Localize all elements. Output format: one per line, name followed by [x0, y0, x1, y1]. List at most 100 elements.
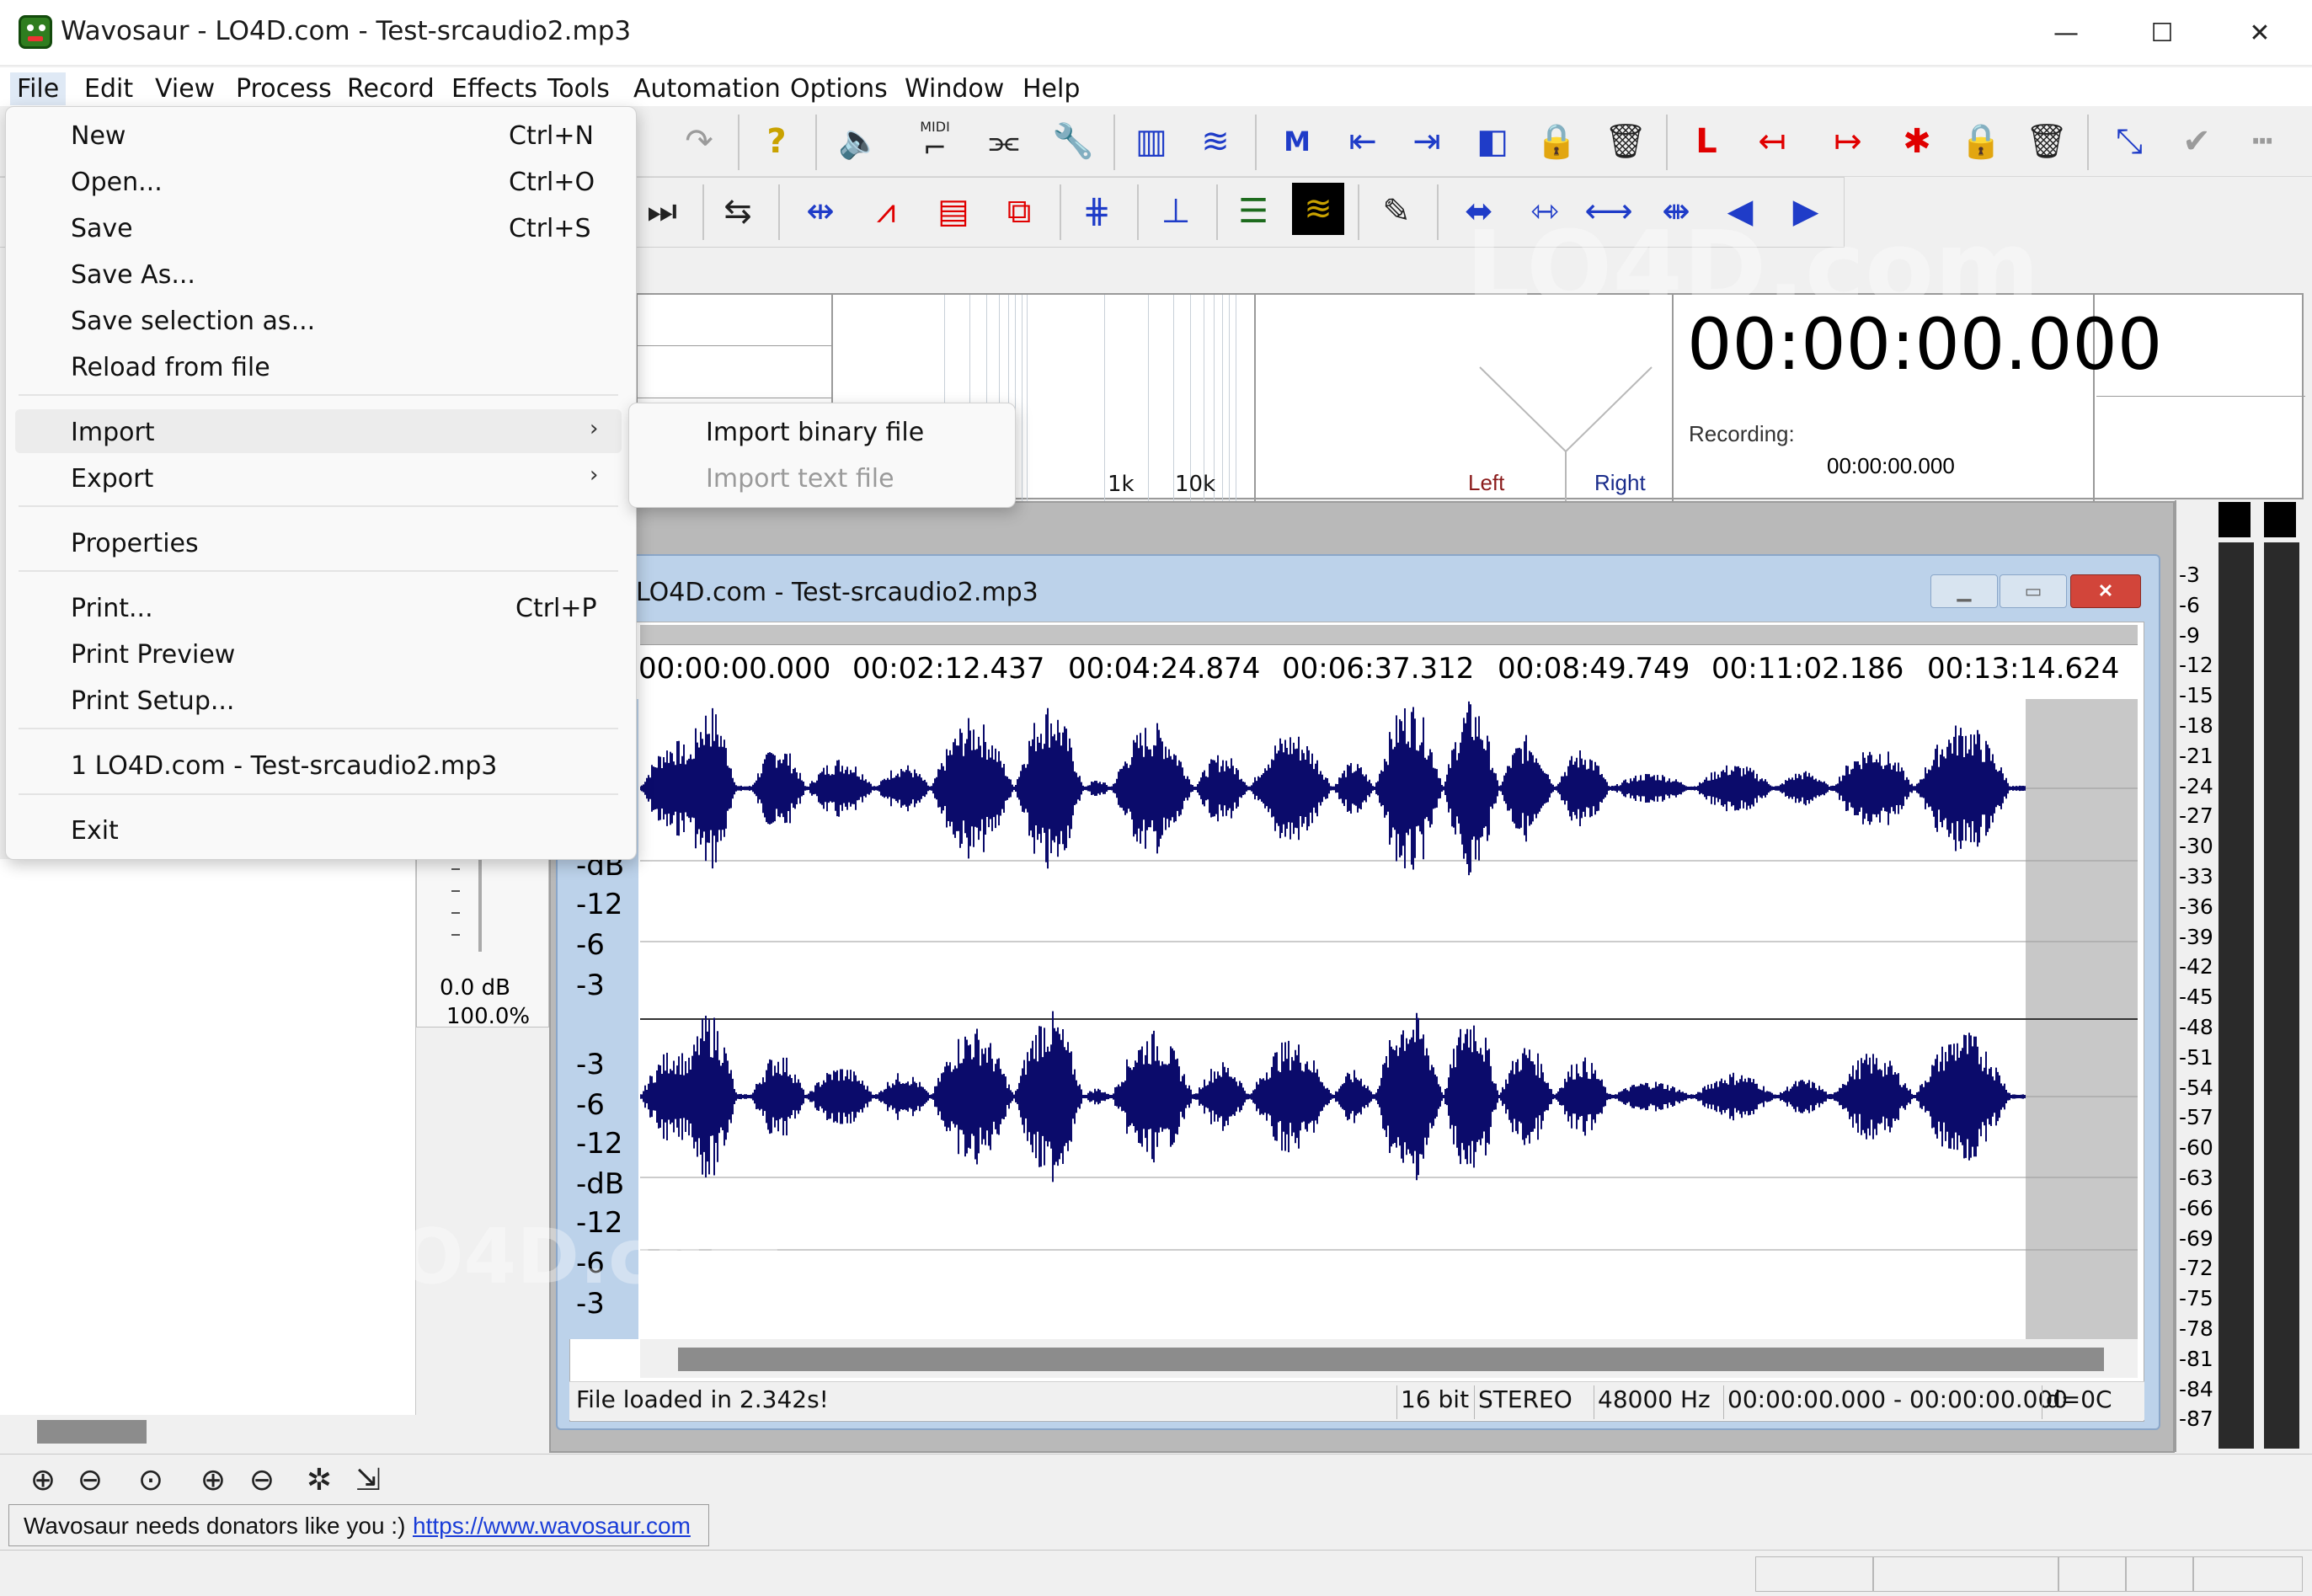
toolbar-separator [702, 184, 704, 240]
waveform-hscroll-thumb[interactable] [678, 1348, 2104, 1371]
menu-tools[interactable]: Tools [541, 72, 617, 105]
loop-right-icon[interactable]: ↦ [1823, 116, 1873, 167]
marker-right-icon[interactable]: ⇥ [1402, 116, 1452, 167]
loop-l-icon[interactable]: L [1681, 116, 1732, 167]
submenu-item-import-binary[interactable]: Import binary file [706, 418, 924, 447]
overview-scrollbar[interactable] [640, 625, 2138, 645]
zoom-sel-icon[interactable]: ⇹ [795, 186, 846, 237]
menu-item-print[interactable]: Print... [71, 594, 153, 623]
db-label: -12 [576, 1127, 623, 1161]
menu-view[interactable]: View [148, 72, 222, 105]
midi-icon[interactable]: MIDI ⌐ [910, 116, 960, 167]
normalize-icon[interactable]: ⊥ [1151, 186, 1201, 237]
zoom-x2-icon[interactable]: ✲ [300, 1460, 339, 1499]
minimize-button[interactable]: — [2016, 0, 2116, 66]
waveform-yellow-icon[interactable]: ≋ [1292, 183, 1344, 235]
fade-out-icon[interactable]: ▶ [1781, 186, 1831, 237]
redo-icon[interactable]: ↷ [674, 116, 724, 167]
document-maximize-button[interactable]: ▭ [2000, 574, 2067, 608]
waveform-view-icon[interactable]: ⋕ [1071, 186, 1122, 237]
maximize-button[interactable]: ☐ [2112, 0, 2212, 66]
menu-window[interactable]: Window [898, 72, 1011, 105]
menu-item-save-selection[interactable]: Save selection as... [71, 307, 315, 336]
menu-item-print-preview[interactable]: Print Preview [71, 640, 235, 670]
vu-scale-label: -63 [2179, 1166, 2213, 1190]
pencil-icon[interactable]: ✎ [1371, 186, 1422, 237]
expand-icon[interactable]: ⬌ [1454, 186, 1504, 237]
menu-separator [19, 505, 618, 507]
menu-effects[interactable]: Effects [445, 72, 544, 105]
menu-record[interactable]: Record [340, 72, 441, 105]
menu-item-exit[interactable]: Exit [71, 816, 119, 846]
help-icon[interactable]: ? [751, 116, 802, 167]
menu-item-open[interactable]: Open... [71, 168, 163, 197]
menu-options[interactable]: Options [783, 72, 894, 105]
menu-item-save[interactable]: Save [71, 214, 133, 243]
loop-toggle-icon[interactable]: ⇆ [713, 186, 763, 237]
menu-help[interactable]: Help [1016, 72, 1087, 105]
menu-item-properties[interactable]: Properties [71, 529, 199, 558]
status-duration: d=0C [2042, 1385, 2112, 1419]
skip-end-icon[interactable]: ⏭ [637, 186, 687, 237]
zoom-in-icon[interactable]: ⊕ [24, 1460, 62, 1499]
document-minimize-button[interactable]: ▁ [1930, 574, 1998, 608]
waveform-mono-icon[interactable]: ≋ [1186, 116, 1245, 167]
menu-item-print-setup[interactable]: Print Setup... [71, 686, 234, 716]
status-pane [2058, 1556, 2126, 1592]
loop-trash-icon[interactable]: 🗑 [2021, 116, 2072, 167]
gain-db-value: 0.0 dB [440, 975, 510, 1001]
zoom-in-v-icon[interactable]: ⊕ [194, 1460, 232, 1499]
wrench-icon[interactable]: 🔧 [1048, 116, 1098, 167]
menu-file[interactable]: File [10, 72, 67, 105]
vu-scale-label: -15 [2179, 683, 2213, 708]
menu-item-reload[interactable]: Reload from file [71, 353, 270, 382]
menu-item-export[interactable]: Export [71, 464, 153, 494]
left-pane-scroll-thumb[interactable] [37, 1420, 147, 1444]
vu-icon[interactable]: ☰ [1228, 186, 1279, 237]
close-button[interactable]: ✕ [2210, 0, 2309, 66]
marker-left-icon[interactable]: ⇤ [1338, 116, 1388, 167]
document-close-button[interactable]: ✕ [2070, 574, 2141, 608]
menu-item-new[interactable]: New [71, 121, 125, 151]
donate-link[interactable]: https://www.wavosaur.com [413, 1513, 691, 1540]
waveform-stereo-icon[interactable]: ▥ [1122, 116, 1181, 167]
menu-automation[interactable]: Automation [627, 72, 788, 105]
menu-item-save-as[interactable]: Save As... [71, 260, 195, 290]
ruler-time-label: 00:04:24.874 [1068, 652, 1261, 686]
trash-icon[interactable]: 🗑 [1600, 116, 1651, 167]
vu-scale-label: -60 [2179, 1135, 2213, 1161]
wire-icon[interactable]: ⫘ [979, 116, 1029, 167]
lock-icon[interactable]: 🔒 [1531, 116, 1582, 167]
toolbar-separator [2087, 115, 2089, 170]
zoom-out-icon[interactable]: ⊖ [71, 1460, 109, 1499]
stretch-icon[interactable]: ⇼ [1651, 186, 1701, 237]
loop-x-icon[interactable]: ✱ [1892, 116, 1942, 167]
loop-left-icon[interactable]: ↤ [1747, 116, 1797, 167]
menu-edit[interactable]: Edit [77, 72, 140, 105]
toolbar-separator [778, 184, 780, 240]
ruler-time-label: 00:11:02.186 [1711, 652, 1904, 686]
menu-item-import[interactable]: Import [71, 418, 155, 447]
check-icon[interactable]: ✔ [2171, 116, 2222, 167]
waveform-display[interactable] [640, 699, 2138, 1339]
marker-m-icon[interactable]: M [1272, 116, 1322, 167]
spectrum-icon[interactable]: ⩘ [861, 186, 911, 237]
menu-process[interactable]: Process [229, 72, 339, 105]
loop-lock-icon[interactable]: 🔒 [1956, 116, 2006, 167]
menu-item-recent-file[interactable]: 1 LO4D.com - Test-srcaudio2.mp3 [71, 751, 497, 781]
fit-icon[interactable]: ⟷ [1583, 186, 1634, 237]
dotted-line-icon[interactable]: ┅ [2237, 116, 2288, 167]
speaker-icon[interactable]: 🔈 [834, 116, 884, 167]
status-rate: 48000 Hz [1594, 1385, 1711, 1419]
zoom-fit-icon[interactable]: ⊙ [131, 1460, 170, 1499]
envelope-icon[interactable]: ⤡ [2104, 116, 2154, 167]
compress-icon[interactable]: ⇿ [1519, 186, 1570, 237]
ruler-time-label: 00:06:37.312 [1282, 652, 1475, 686]
sonogram-icon[interactable]: ▤ [928, 186, 979, 237]
gain-slider[interactable] [478, 859, 482, 952]
selection-icon[interactable]: ◧ [1467, 116, 1518, 167]
cube-icon[interactable]: ⧉ [994, 186, 1044, 237]
fade-in-icon[interactable]: ◀ [1715, 186, 1765, 237]
zoom-reset-icon[interactable]: ⇲ [349, 1460, 387, 1499]
zoom-out-v-icon[interactable]: ⊖ [243, 1460, 281, 1499]
